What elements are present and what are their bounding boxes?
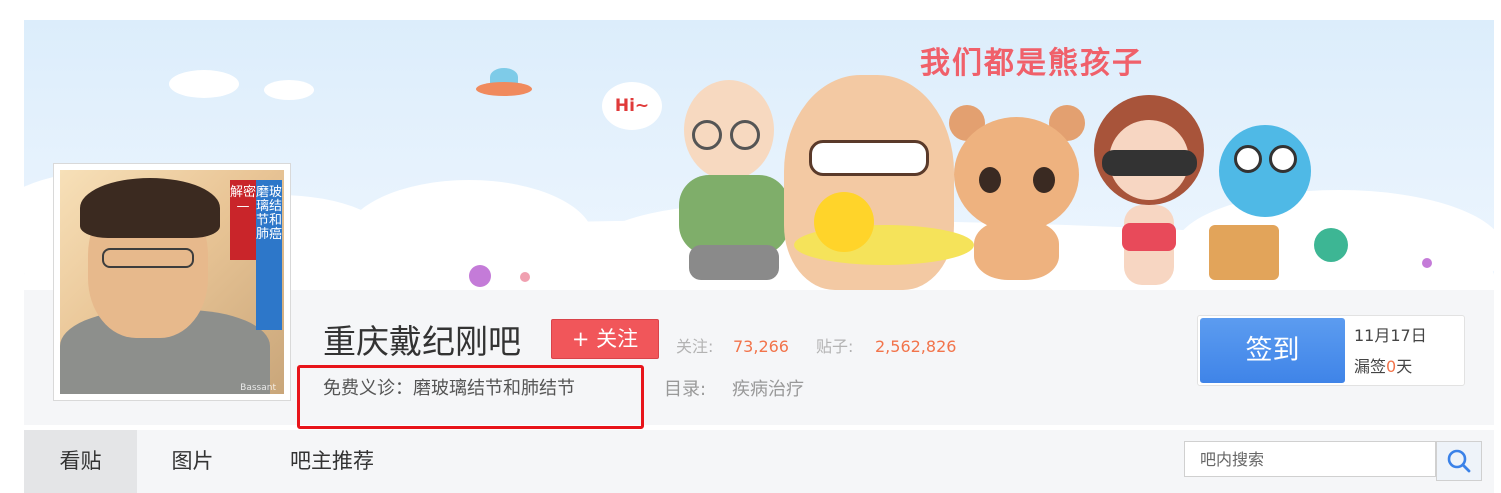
missed-days: 0 bbox=[1386, 357, 1397, 376]
forum-avatar[interactable]: 解密— 磨玻璃结节和肺癌 Bassant bbox=[53, 163, 291, 401]
sign-in-date: 11月17日 bbox=[1354, 326, 1427, 345]
tab-posts[interactable]: 看贴 bbox=[24, 430, 137, 493]
search-button[interactable] bbox=[1436, 441, 1482, 481]
avatar-vertical-text-red: 解密— bbox=[230, 180, 256, 260]
ufo-icon bbox=[476, 68, 532, 98]
cartoon-girl-sunglasses bbox=[1094, 95, 1209, 290]
cartoon-duck bbox=[814, 192, 874, 252]
missed-prefix: 漏签 bbox=[1354, 357, 1387, 376]
search-icon bbox=[1447, 449, 1471, 473]
sign-in-button[interactable]: 签到 bbox=[1200, 318, 1345, 383]
avatar-vertical-text-blue: 磨玻璃结节和肺癌 bbox=[256, 180, 282, 330]
avatar-bottom-text: Bassant bbox=[240, 383, 276, 393]
cartoon-boy-glasses bbox=[674, 80, 794, 280]
follow-button[interactable]: + 关注 bbox=[551, 319, 659, 359]
posts-label: 贴子: bbox=[816, 337, 854, 356]
cartoon-bear bbox=[949, 105, 1085, 280]
tab-admin-recommend[interactable]: 吧主推荐 bbox=[268, 430, 396, 493]
followers-count: 73,266 bbox=[733, 337, 789, 356]
posts-count: 2,562,826 bbox=[875, 337, 957, 356]
forum-header-page: Hi~ 我们都是熊孩子 解密— 磨玻璃结节和肺癌 Bassant 重庆戴纪刚吧 … bbox=[0, 0, 1501, 493]
tab-images[interactable]: 图片 bbox=[145, 430, 240, 493]
followers-label: 关注: bbox=[676, 337, 714, 356]
forum-title: 重庆戴纪刚吧 bbox=[323, 322, 521, 361]
cartoon-bald-man bbox=[784, 75, 974, 290]
directory-link[interactable]: 疾病治疗 bbox=[732, 378, 804, 402]
avatar-image: 解密— 磨玻璃结节和肺癌 Bassant bbox=[60, 170, 284, 394]
speech-bubble: Hi~ bbox=[602, 82, 662, 130]
slogan-highlight-box bbox=[297, 365, 644, 429]
forum-search-input[interactable] bbox=[1184, 441, 1436, 477]
directory-label: 目录: bbox=[664, 379, 707, 400]
missed-sign-count: 漏签0天 bbox=[1354, 357, 1412, 377]
missed-suffix: 天 bbox=[1396, 357, 1413, 376]
cartoon-blue-creature bbox=[1209, 125, 1319, 285]
